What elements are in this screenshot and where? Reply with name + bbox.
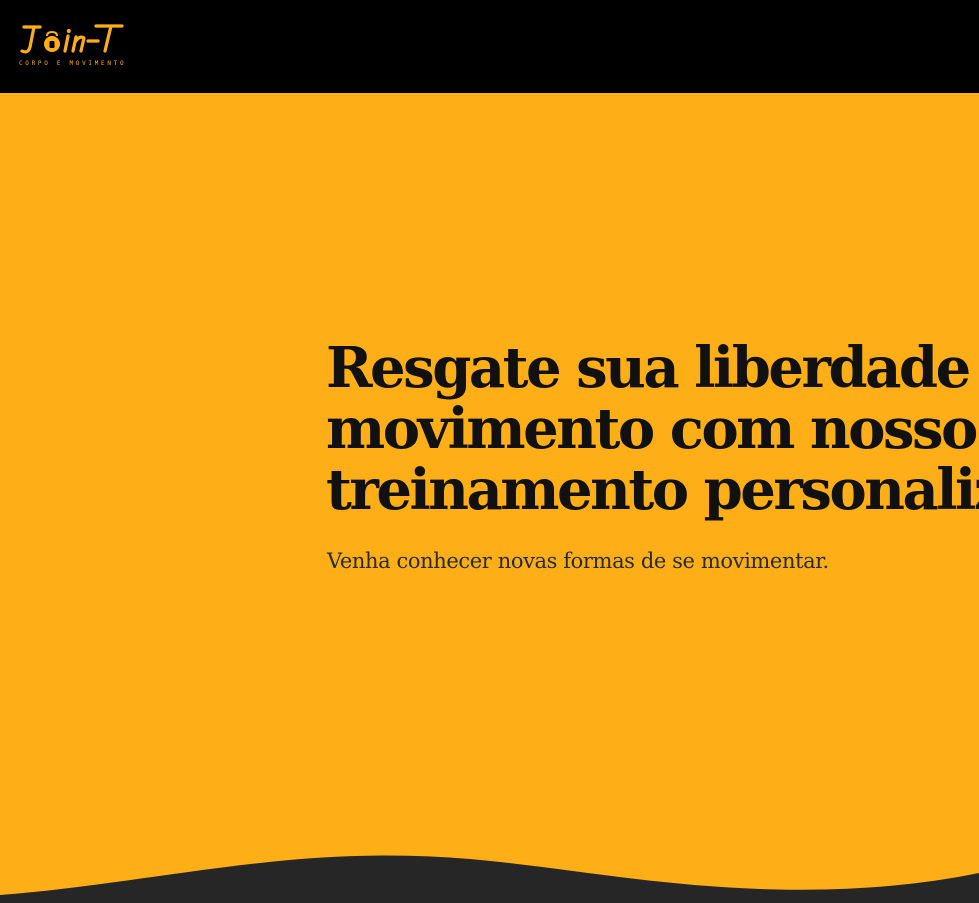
brand-logo[interactable]: CORPO E MOVIMENTO	[18, 20, 128, 70]
hero-subtitle: Venha conhecer novas formas de se movime…	[327, 549, 829, 573]
wave-divider	[0, 855, 979, 903]
hero-section: Resgate sua liberdade de movimento com n…	[0, 93, 979, 903]
brand-tagline: CORPO E MOVIMENTO	[19, 60, 127, 67]
hero-title-line: movimento com nosso	[326, 396, 978, 462]
hero-title-line: treinamento personalizado	[326, 457, 979, 523]
hero-title: Resgate sua liberdade de movimento com n…	[326, 338, 979, 521]
top-navbar: CORPO E MOVIMENTO	[0, 0, 979, 93]
join-t-logo-icon	[20, 24, 124, 54]
hero-title-line: Resgate sua liberdade de	[326, 335, 979, 401]
